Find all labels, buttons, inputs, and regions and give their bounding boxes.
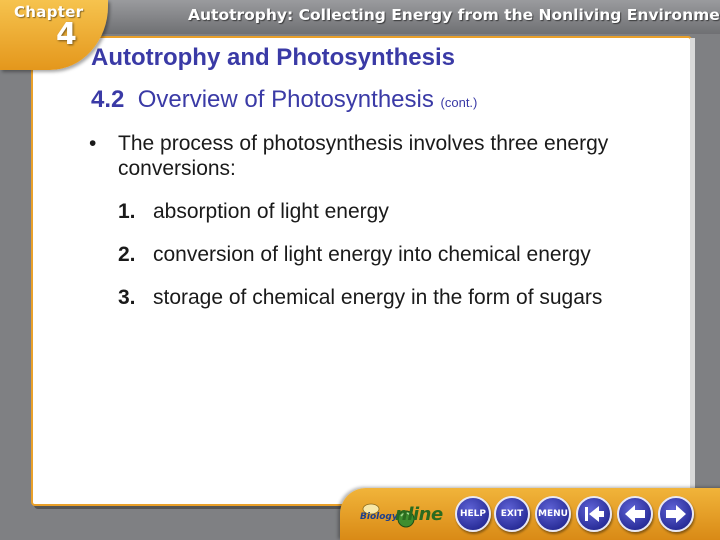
exit-label: EXIT <box>500 509 524 519</box>
arrow-right-icon <box>666 505 686 523</box>
list-item-number: 2. <box>118 243 136 266</box>
continued-label: (cont.) <box>440 95 478 110</box>
list-item-text: conversion of light energy into chemical… <box>153 243 591 266</box>
panel-edge <box>690 38 695 500</box>
slide-title: Autotrophy and Photosynthesis <box>91 44 456 71</box>
section-title: Overview of Photosynthesis <box>137 86 434 113</box>
section-heading: 4.2 Overview of Photosynthesis (cont.) <box>91 86 477 114</box>
first-slide-button[interactable] <box>576 496 612 532</box>
list-item-text: storage of chemical energy in the form o… <box>153 286 603 309</box>
previous-slide-button[interactable] <box>617 496 653 532</box>
bullet-text: The process of photosynthesis involves t… <box>118 132 609 180</box>
logo-online-text: nline <box>395 504 443 525</box>
list-item: 2. conversion of light energy into chemic… <box>118 243 591 267</box>
list-item-number: 3. <box>118 286 136 309</box>
list-item-number: 1. <box>118 200 136 223</box>
exit-button[interactable]: EXIT <box>494 496 530 532</box>
help-label: HELP <box>459 509 486 519</box>
chapter-title: Autotrophy: Collecting Energy from the N… <box>188 6 720 24</box>
logo-biology-text: Biology <box>360 512 398 522</box>
menu-label: MENU <box>538 509 568 519</box>
menu-button[interactable]: MENU <box>535 496 571 532</box>
chapter-number: 4 <box>56 17 77 52</box>
arrow-left-icon <box>625 505 645 523</box>
section-number: 4.2 <box>91 86 125 113</box>
list-item-text: absorption of light energy <box>153 200 389 223</box>
skip-back-icon <box>585 506 604 522</box>
help-button[interactable]: HELP <box>455 496 491 532</box>
bullet-symbol: • <box>89 132 97 155</box>
list-item: 1. absorption of light energy <box>118 200 389 224</box>
next-slide-button[interactable] <box>658 496 694 532</box>
list-item: 3. storage of chemical energy in the form… <box>118 286 602 310</box>
